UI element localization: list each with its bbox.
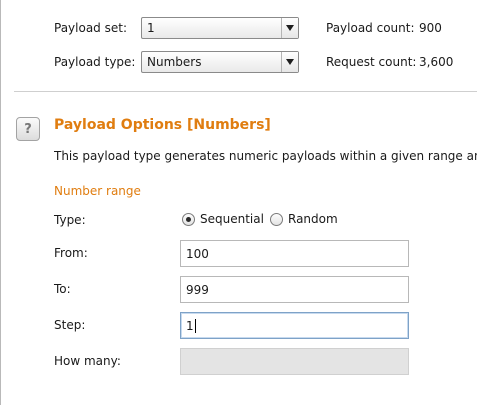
- section-title: Payload Options [Numbers]: [54, 117, 271, 133]
- payload-type-select[interactable]: Numbers: [141, 51, 299, 73]
- type-label: Type:: [54, 213, 86, 227]
- request-count-value: 3,600: [419, 55, 454, 69]
- to-label: To:: [54, 282, 71, 296]
- to-value: 999: [186, 282, 209, 297]
- help-glyph: ?: [24, 121, 32, 137]
- payload-set-value: 1: [147, 21, 155, 35]
- radio-random[interactable]: Random: [270, 212, 338, 226]
- section-description: This payload type generates numeric payl…: [54, 149, 477, 163]
- number-range-heading: Number range: [54, 184, 141, 198]
- text-caret: [194, 318, 196, 333]
- request-count-label: Request count:: [326, 55, 417, 69]
- how-many-label: How many:: [54, 354, 121, 368]
- chevron-down-icon[interactable]: [281, 18, 298, 38]
- radio-sequential-label: Sequential: [200, 212, 264, 226]
- payload-count-label: Payload count:: [326, 21, 415, 35]
- radio-button-selected[interactable]: [182, 212, 195, 226]
- step-input[interactable]: 1: [180, 312, 409, 339]
- step-value: 1: [186, 318, 194, 333]
- from-value: 100: [186, 246, 209, 261]
- how-many-input: [180, 348, 409, 375]
- help-icon[interactable]: ?: [16, 117, 40, 141]
- chevron-down-icon[interactable]: [281, 52, 298, 72]
- payload-type-label: Payload type:: [54, 55, 136, 69]
- payload-set-label: Payload set:: [54, 21, 127, 35]
- payload-type-value: Numbers: [147, 55, 202, 69]
- panel-left-border: [0, 0, 1, 405]
- from-label: From:: [54, 246, 88, 260]
- payload-count-value: 900: [419, 21, 442, 35]
- payload-set-select[interactable]: 1: [141, 17, 299, 39]
- section-divider: [14, 91, 477, 93]
- radio-random-label: Random: [288, 212, 338, 226]
- from-input[interactable]: 100: [180, 240, 409, 267]
- step-label: Step:: [54, 318, 86, 332]
- radio-sequential[interactable]: Sequential: [182, 212, 264, 226]
- to-input[interactable]: 999: [180, 276, 409, 303]
- radio-button-unselected[interactable]: [270, 212, 283, 226]
